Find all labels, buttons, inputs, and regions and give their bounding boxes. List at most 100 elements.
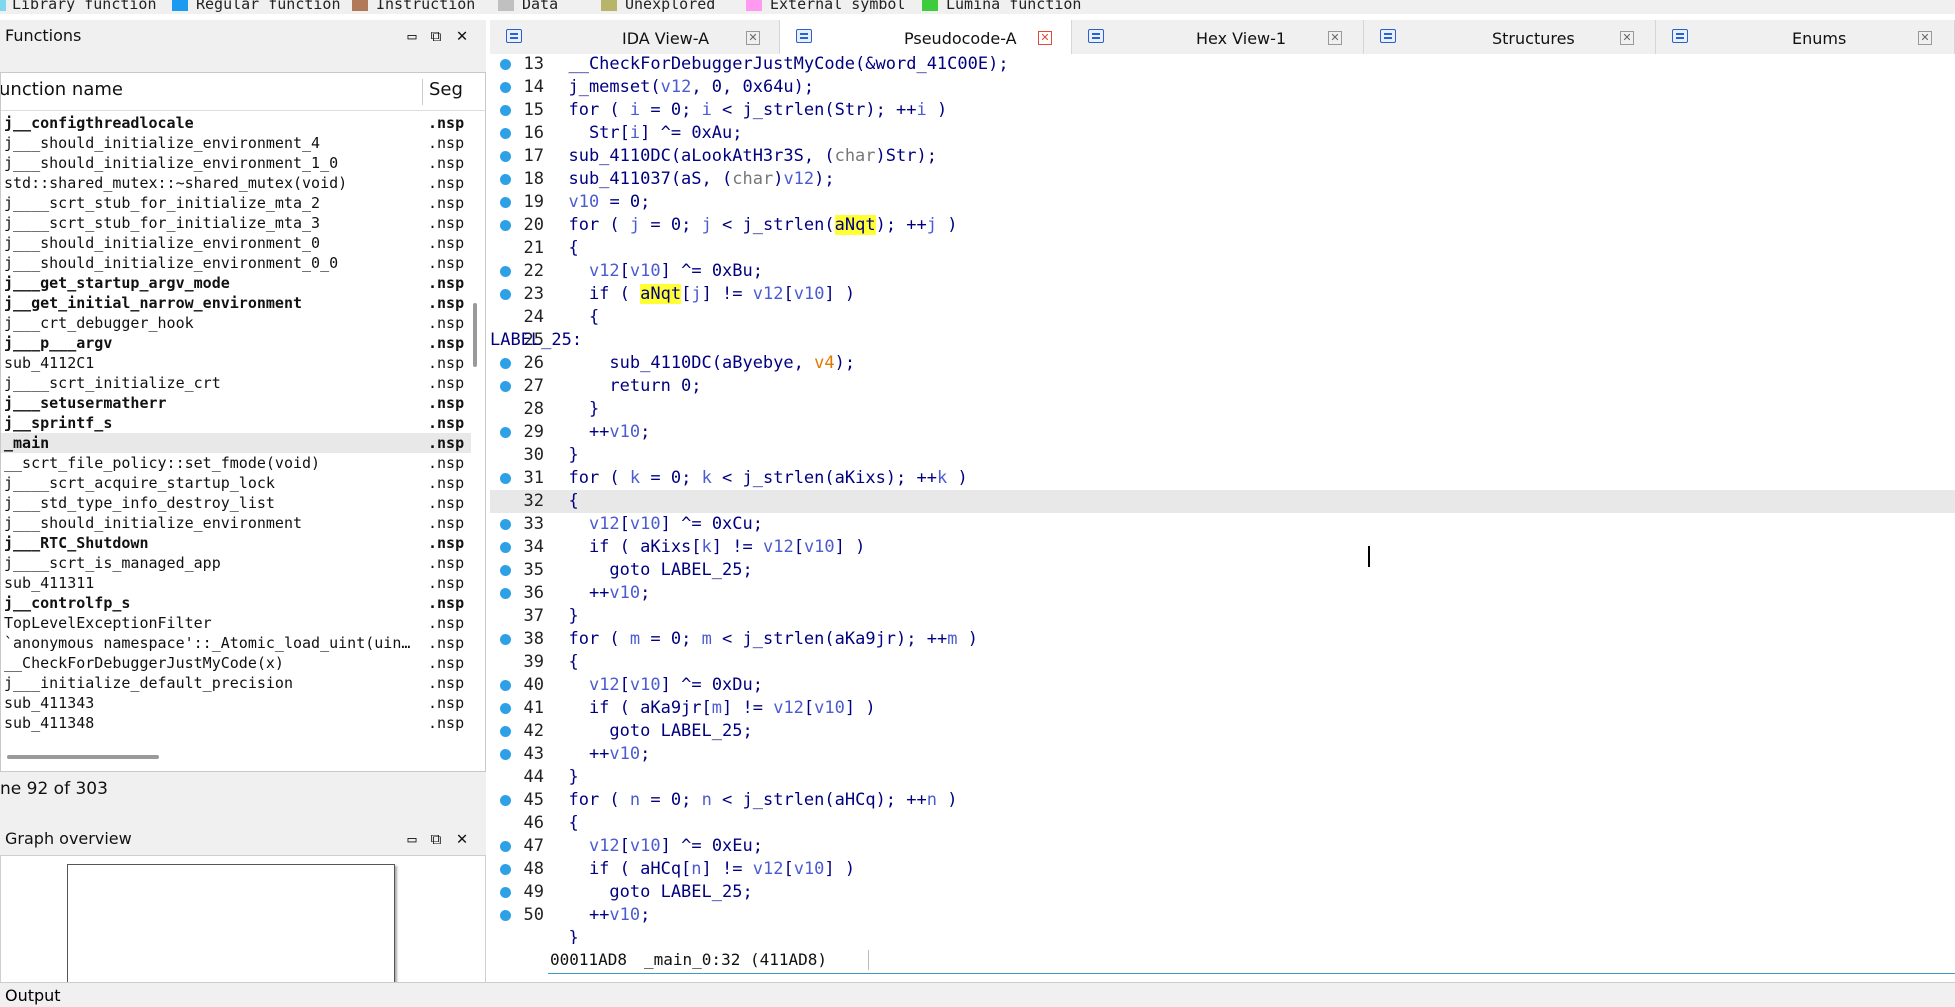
code-line[interactable]: 28 } [490,398,1955,421]
function-row[interactable]: j___should_initialize_environment_4 .nsp [1,133,471,153]
breakpoint-dot-icon[interactable] [500,266,511,277]
code-line[interactable]: 48 if ( aHCq[n] != v12[v10] ) [490,858,1955,881]
code-line[interactable]: 36 ++v10; [490,582,1955,605]
function-row[interactable]: sub_411343 .nsp [1,693,471,713]
tab-close-icon[interactable]: ✕ [746,31,760,45]
code-line[interactable]: 18 sub_411037(aS, (char)v12); [490,168,1955,191]
function-row[interactable]: j___std_type_info_destroy_list .nsp [1,493,471,513]
code-line[interactable]: 26 sub_4110DC(aByebye, v4); [490,352,1955,375]
function-row[interactable]: j___should_initialize_environment_0 .nsp [1,233,471,253]
code-line[interactable]: 19 v10 = 0; [490,191,1955,214]
function-row[interactable]: `anonymous namespace'::_Atomic_load_uint… [1,633,471,653]
function-row[interactable]: j___crt_debugger_hook .nsp [1,313,471,333]
code-line[interactable]: 21 { [490,237,1955,260]
function-row[interactable]: sub_411311 .nsp [1,573,471,593]
tab-close-icon[interactable]: ✕ [1918,31,1932,45]
breakpoint-dot-icon[interactable] [500,749,511,760]
float-window-icon[interactable]: ⧉ [426,20,446,52]
column-header-segment[interactable]: Seg [429,79,463,100]
column-divider[interactable] [422,79,423,105]
code-line[interactable]: 23 if ( aNqt[j] != v12[v10] ) [490,283,1955,306]
breakpoint-dot-icon[interactable] [500,795,511,806]
function-row[interactable]: j___get_startup_argv_mode .nsp [1,273,471,293]
code-line[interactable]: 44 } [490,766,1955,789]
function-row[interactable]: j__get_initial_narrow_environment .nsp [1,293,471,313]
pseudocode-editor[interactable]: 13 __CheckForDebuggerJustMyCode(&word_41… [490,54,1955,944]
breakpoint-dot-icon[interactable] [500,289,511,300]
column-header-function-name[interactable]: unction name [1,79,123,100]
tab-close-icon[interactable]: ✕ [1328,31,1342,45]
tab-close-icon[interactable]: ✕ [1038,31,1052,45]
code-line[interactable]: 32 { [490,490,1955,513]
horizontal-scrollbar-thumb[interactable] [7,755,159,759]
function-row[interactable]: _main .nsp [1,433,471,453]
function-row[interactable]: j____scrt_initialize_crt .nsp [1,373,471,393]
function-row[interactable]: sub_4112C1 .nsp [1,353,471,373]
breakpoint-dot-icon[interactable] [500,105,511,116]
function-row[interactable]: j____scrt_stub_for_initialize_mta_2 .nsp [1,193,471,213]
breakpoint-dot-icon[interactable] [500,726,511,737]
code-line[interactable]: 41 if ( aKa9jr[m] != v12[v10] ) [490,697,1955,720]
code-line[interactable]: 35 goto LABEL_25; [490,559,1955,582]
tab-enums[interactable]: Enums ✕ [1656,20,1955,54]
function-row[interactable]: __scrt_file_policy::set_fmode(void) .nsp [1,453,471,473]
code-line[interactable]: 24 { [490,306,1955,329]
function-row[interactable]: j____scrt_is_managed_app .nsp [1,553,471,573]
close-icon[interactable]: ✕ [452,20,472,52]
breakpoint-dot-icon[interactable] [500,910,511,921]
code-line[interactable]: 46 { [490,812,1955,835]
code-line[interactable]: 33 v12[v10] ^= 0xCu; [490,513,1955,536]
function-row[interactable]: j___initialize_default_precision .nsp [1,673,471,693]
code-line[interactable]: 38 for ( m = 0; m < j_strlen(aKa9jr); ++… [490,628,1955,651]
function-row[interactable]: __CheckForDebuggerJustMyCode(x) .nsp [1,653,471,673]
function-row[interactable]: j___should_initialize_environment_0_0 .ns… [1,253,471,273]
tab-ida-view-a[interactable]: IDA View-A ✕ [490,20,780,54]
code-line[interactable]: 22 v12[v10] ^= 0xBu; [490,260,1955,283]
breakpoint-dot-icon[interactable] [500,588,511,599]
breakpoint-dot-icon[interactable] [500,358,511,369]
code-line[interactable]: 16 Str[i] ^= 0xAu; [490,122,1955,145]
code-line[interactable]: 47 v12[v10] ^= 0xEu; [490,835,1955,858]
code-line[interactable]: 13 __CheckForDebuggerJustMyCode(&word_41… [490,54,1955,76]
breakpoint-dot-icon[interactable] [500,197,511,208]
breakpoint-dot-icon[interactable] [500,220,511,231]
code-line[interactable]: 20 for ( j = 0; j < j_strlen(aNqt); ++j … [490,214,1955,237]
code-line[interactable]: 37 } [490,605,1955,628]
float-window-icon[interactable]: ⧉ [426,823,446,855]
breakpoint-dot-icon[interactable] [500,703,511,714]
code-line[interactable]: 39 { [490,651,1955,674]
tab-close-icon[interactable]: ✕ [1620,31,1634,45]
function-row[interactable]: TopLevelExceptionFilter .nsp [1,613,471,633]
breakpoint-dot-icon[interactable] [500,427,511,438]
function-row[interactable]: j___should_initialize_environment_1_0 .ns… [1,153,471,173]
code-line[interactable]: 43 ++v10; [490,743,1955,766]
code-line[interactable]: 30 } [490,444,1955,467]
code-line[interactable]: 25 LABEL_25: [490,329,1955,352]
function-row[interactable]: j__configthreadlocale .nsp [1,113,471,133]
output-panel-titlebar[interactable]: Output [0,982,1955,1007]
breakpoint-dot-icon[interactable] [500,151,511,162]
breakpoint-dot-icon[interactable] [500,887,511,898]
function-row[interactable]: sub_411348 .nsp [1,713,471,733]
breakpoint-dot-icon[interactable] [500,634,511,645]
function-row[interactable]: j__controlfp_s .nsp [1,593,471,613]
code-line[interactable]: 45 for ( n = 0; n < j_strlen(aHCq); ++n … [490,789,1955,812]
function-row[interactable]: j____scrt_stub_for_initialize_mta_3 .nsp [1,213,471,233]
breakpoint-dot-icon[interactable] [500,381,511,392]
breakpoint-dot-icon[interactable] [500,82,511,93]
code-line[interactable]: 14 j_memset(v12, 0, 0x64u); [490,76,1955,99]
code-line[interactable]: 15 for ( i = 0; i < j_strlen(Str); ++i ) [490,99,1955,122]
breakpoint-dot-icon[interactable] [500,565,511,576]
code-line[interactable]: 40 v12[v10] ^= 0xDu; [490,674,1955,697]
code-line[interactable]: } [490,927,1955,944]
function-row[interactable]: j___setusermatherr .nsp [1,393,471,413]
maximize-icon[interactable]: ▭ [402,823,422,855]
breakpoint-dot-icon[interactable] [500,128,511,139]
function-row[interactable]: j____scrt_acquire_startup_lock .nsp [1,473,471,493]
code-line[interactable]: 27 return 0; [490,375,1955,398]
function-row[interactable]: std::shared_mutex::~shared_mutex(void) .n… [1,173,471,193]
function-row[interactable]: j___should_initialize_environment .nsp [1,513,471,533]
code-line[interactable]: 49 goto LABEL_25; [490,881,1955,904]
tab-hex-view-1[interactable]: Hex View-1 ✕ [1072,20,1364,54]
graph-overview-canvas[interactable] [0,855,486,1000]
